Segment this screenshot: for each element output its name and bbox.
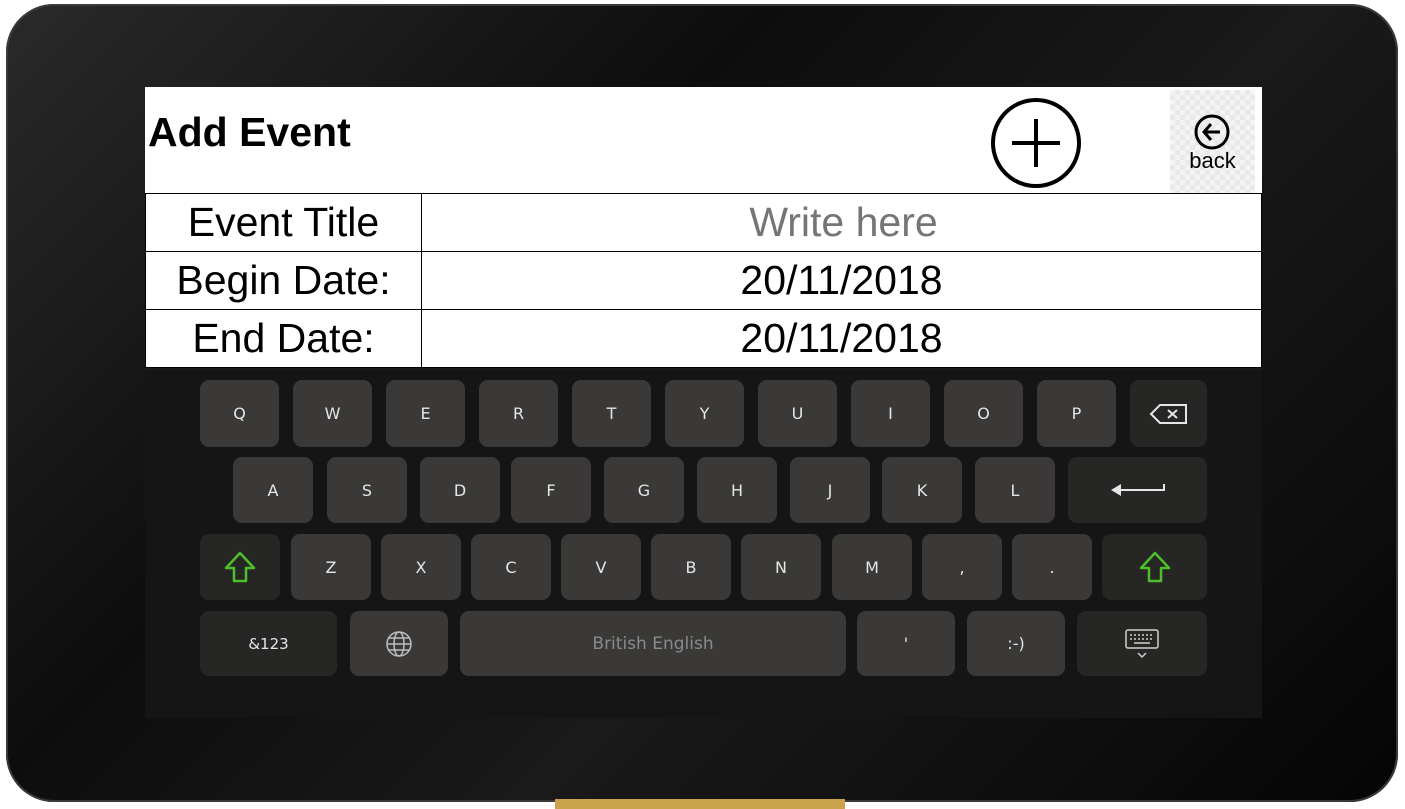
enter-key[interactable] [1068,457,1207,523]
key-b[interactable]: B [651,534,731,600]
key-r[interactable]: R [479,380,558,447]
event-title-input[interactable] [422,193,1265,252]
end-date-label: End Date: [145,309,422,368]
key-e[interactable]: E [386,380,465,447]
begin-date-field[interactable]: 20/11/2018 [421,251,1262,310]
key-j[interactable]: J [790,457,870,523]
key-l[interactable]: L [975,457,1055,523]
end-date-field[interactable]: 20/11/2018 [421,309,1262,368]
screen: Add Event back Event Title Begin [145,87,1265,718]
key-h[interactable]: H [697,457,777,523]
event-title-cell [421,193,1265,252]
key-m[interactable]: M [832,534,912,600]
key-u[interactable]: U [758,380,837,447]
shift-key-right[interactable] [1102,534,1207,600]
device-connector [555,799,845,809]
shift-key-left[interactable] [200,534,280,600]
form-row-title: Event Title [145,193,1265,252]
key-v[interactable]: V [561,534,641,600]
key-q[interactable]: Q [200,380,279,447]
key-o[interactable]: O [944,380,1023,447]
key-p[interactable]: P [1037,380,1116,447]
back-button[interactable]: back [1170,90,1255,193]
globe-icon [386,630,412,657]
form-row-end-date: End Date: 20/11/2018 [145,309,1262,368]
key-c[interactable]: C [471,534,551,600]
add-event-button[interactable] [990,97,1082,189]
header: Add Event back [145,87,1262,193]
event-title-label: Event Title [145,193,422,252]
key-s[interactable]: S [327,457,407,523]
key-period[interactable]: . [1012,534,1092,600]
shift-icon [224,551,256,583]
backspace-icon [1149,403,1187,424]
backspace-key[interactable] [1130,380,1207,447]
plus-circle-icon [991,98,1081,188]
event-form: Event Title Begin Date: 20/11/2018 End D… [145,193,1265,368]
back-label: back [1189,148,1236,173]
key-n[interactable]: N [741,534,821,600]
space-key[interactable]: British English [460,611,846,676]
key-z[interactable]: Z [291,534,371,600]
shift-icon [1139,551,1170,583]
apostrophe-key[interactable]: ' [857,611,955,676]
arrow-left-circle-icon [1194,114,1230,150]
on-screen-keyboard: Q W E R T Y U I O P A S D F G H J K L Z … [145,370,1262,718]
language-key[interactable] [350,611,448,676]
numbers-key[interactable]: &123 [200,611,337,676]
key-w[interactable]: W [293,380,372,447]
hide-keyboard-key[interactable] [1077,611,1207,676]
keyboard-hide-icon [1125,628,1159,658]
key-x[interactable]: X [381,534,461,600]
enter-icon [1110,484,1165,496]
key-comma[interactable]: , [922,534,1002,600]
key-y[interactable]: Y [665,380,744,447]
key-g[interactable]: G [604,457,684,523]
form-row-begin-date: Begin Date: 20/11/2018 [145,251,1262,310]
key-a[interactable]: A [233,457,313,523]
key-t[interactable]: T [572,380,651,447]
key-d[interactable]: D [420,457,500,523]
page-title: Add Event [148,109,351,155]
smiley-key[interactable]: :-) [967,611,1065,676]
key-i[interactable]: I [851,380,930,447]
begin-date-label: Begin Date: [145,251,422,310]
key-k[interactable]: K [882,457,962,523]
key-f[interactable]: F [511,457,591,523]
